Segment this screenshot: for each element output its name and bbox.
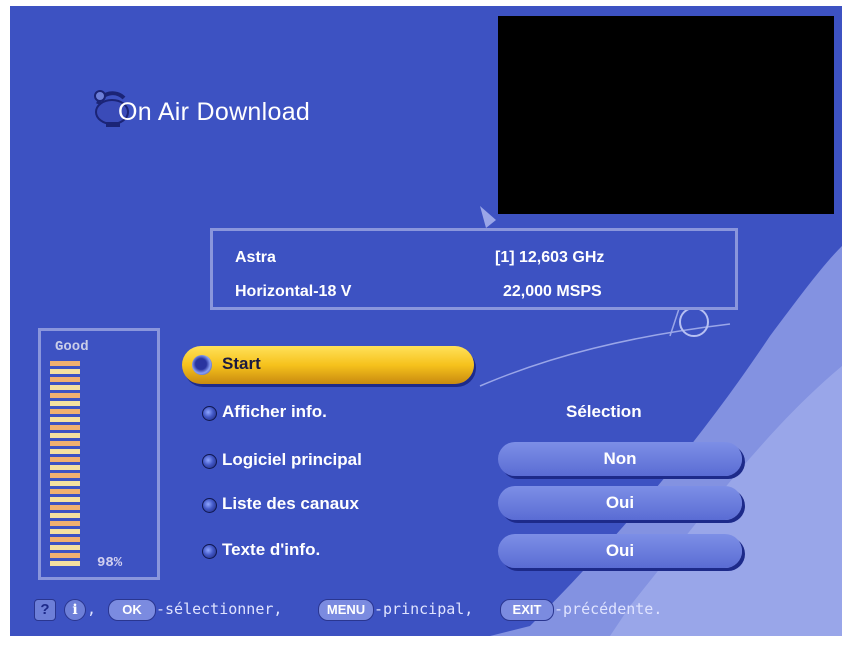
exit-key[interactable]: EXIT (500, 599, 554, 621)
signal-bar (50, 425, 80, 430)
signal-bar (50, 401, 80, 406)
signal-bar (50, 417, 80, 422)
signal-bar (50, 489, 80, 494)
symbol-rate-value: 22,000 MSPS (503, 283, 602, 300)
signal-bar (50, 497, 80, 502)
start-button[interactable]: Start (182, 346, 474, 384)
bullet-icon (202, 454, 217, 469)
signal-bar (50, 505, 80, 510)
menu-hint: -principal, (374, 600, 474, 618)
transponder-info-box: Astra [1] 12,603 GHz Horizontal-18 V 22,… (210, 228, 738, 310)
signal-bar (50, 393, 80, 398)
menu-key[interactable]: MENU (318, 599, 374, 621)
texte-info-value[interactable]: Oui (498, 534, 742, 568)
menu-item-label: Logiciel principal (222, 450, 362, 469)
separator-text: , (87, 600, 97, 618)
help-icon[interactable]: ? (34, 599, 56, 621)
signal-bar (50, 361, 80, 366)
video-preview (498, 16, 834, 214)
liste-des-canaux-value[interactable]: Oui (498, 486, 742, 520)
signal-bars (50, 361, 80, 575)
start-bullet-icon (192, 355, 212, 375)
signal-bar (50, 441, 80, 446)
osd-screen: On Air Download Astra [1] 12,603 GHz Hor… (10, 6, 842, 636)
signal-bar (50, 545, 80, 550)
signal-bar (50, 553, 80, 558)
signal-quality-label: Good (55, 339, 89, 355)
start-label: Start (222, 354, 261, 373)
signal-bar (50, 377, 80, 382)
signal-bar (50, 433, 80, 438)
polarization-value: Horizontal-18 V (235, 283, 352, 300)
signal-bar (50, 513, 80, 518)
frequency-value: [1] 12,603 GHz (495, 249, 605, 266)
ok-key[interactable]: OK (108, 599, 156, 621)
logiciel-principal-value[interactable]: Non (498, 442, 742, 476)
signal-bar (50, 465, 80, 470)
page-title: On Air Download (118, 98, 311, 126)
signal-bar (50, 449, 80, 454)
signal-bar (50, 537, 80, 542)
signal-bar (50, 481, 80, 486)
menu-item-label: Texte d'info. (222, 540, 321, 559)
menu-item-label: Liste des canaux (222, 494, 360, 513)
signal-meter: Good 98% (38, 328, 160, 580)
afficher-info-value[interactable]: Sélection (566, 402, 642, 422)
exit-hint: -précédente. (554, 600, 663, 618)
signal-bar (50, 369, 80, 374)
info-icon[interactable]: i (64, 599, 86, 621)
signal-bar (50, 409, 80, 414)
signal-bar (50, 529, 80, 534)
satellite-name: Astra (235, 249, 276, 266)
signal-bar (50, 521, 80, 526)
signal-bar (50, 473, 80, 478)
footer-help-bar: ? i , OK -sélectionner, MENU -principal,… (34, 596, 834, 622)
signal-bar (50, 569, 80, 574)
signal-bar (50, 385, 80, 390)
signal-percent: 98% (97, 555, 123, 571)
bullet-icon (202, 406, 217, 421)
ok-hint: -sélectionner, (156, 600, 283, 618)
menu-item-label: Afficher info. (222, 402, 327, 421)
signal-bar (50, 561, 80, 566)
signal-bar (50, 457, 80, 462)
bullet-icon (202, 498, 217, 513)
bullet-icon (202, 544, 217, 559)
